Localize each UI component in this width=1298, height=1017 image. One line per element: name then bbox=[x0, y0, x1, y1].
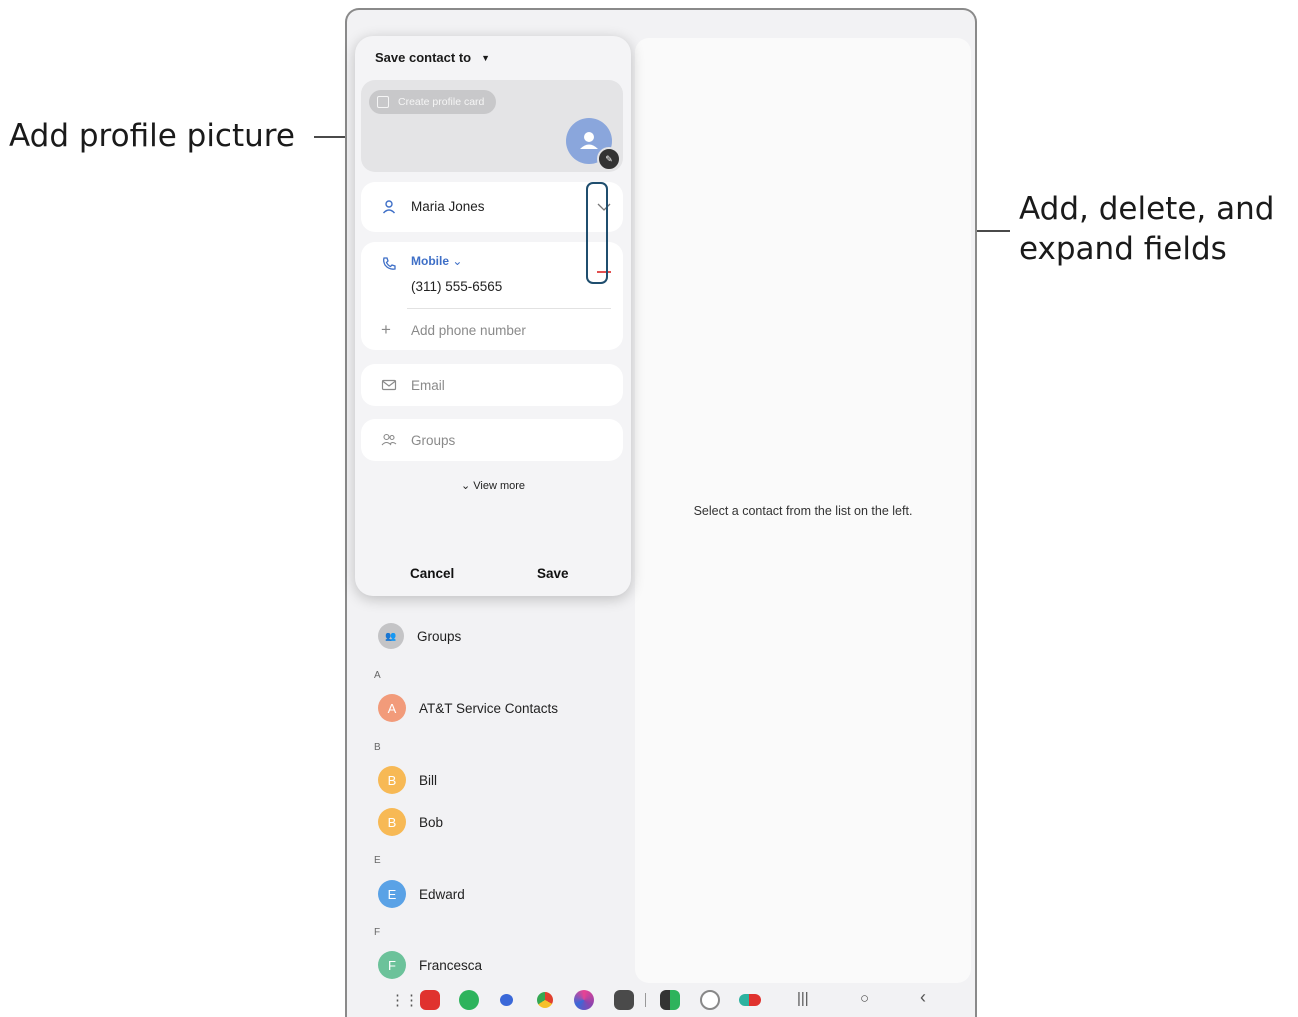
save-contact-to-dropdown[interactable]: Save contact to ▼ bbox=[375, 50, 490, 65]
list-item-contact[interactable]: E Edward bbox=[378, 879, 465, 909]
chrome-app-icon[interactable] bbox=[537, 992, 553, 1008]
section-header-a: A bbox=[374, 670, 381, 681]
contact-name: Bob bbox=[419, 814, 444, 830]
contact-name: AT&T Service Contacts bbox=[419, 700, 559, 716]
chevron-down-icon: ⌄ bbox=[452, 254, 463, 268]
messages-app-icon[interactable] bbox=[500, 994, 513, 1006]
recents-button[interactable]: ||| bbox=[797, 990, 809, 1007]
home-button[interactable]: ○ bbox=[860, 990, 869, 1007]
phone-icon bbox=[383, 257, 396, 270]
callout-highlight-box bbox=[586, 182, 608, 284]
add-phone-number-button[interactable]: Add phone number bbox=[411, 323, 526, 338]
callout-add-profile-picture: Add profile picture bbox=[9, 118, 295, 154]
section-header-f: F bbox=[374, 927, 381, 938]
bixby-app-icon[interactable] bbox=[574, 990, 594, 1010]
chevron-down-icon: ⌄ bbox=[460, 480, 471, 492]
back-button[interactable]: ‹ bbox=[920, 987, 926, 1008]
phone-app-icon[interactable] bbox=[459, 990, 479, 1010]
list-item-contact[interactable]: B Bob bbox=[378, 807, 443, 837]
groups-field-card[interactable]: Groups bbox=[361, 419, 623, 461]
email-field-card[interactable]: Email bbox=[361, 364, 623, 406]
phone-field-card: Mobile ⌄ (311) 555-6565 + Add phone numb… bbox=[361, 242, 623, 350]
view-more-label: View more bbox=[473, 480, 526, 492]
groups-icon: 👥 bbox=[378, 623, 404, 649]
section-header-e: E bbox=[374, 855, 381, 866]
plus-icon: + bbox=[381, 320, 391, 339]
list-item-groups[interactable]: 👥 Groups bbox=[378, 621, 461, 651]
person-outline-icon bbox=[382, 200, 396, 214]
caret-down-icon: ▼ bbox=[481, 52, 491, 63]
list-item-contact[interactable]: F Francesca bbox=[378, 950, 482, 980]
cancel-button[interactable]: Cancel bbox=[410, 566, 454, 581]
phone-type-dropdown[interactable]: Mobile ⌄ bbox=[411, 254, 462, 268]
people-icon bbox=[381, 433, 397, 446]
save-button[interactable]: Save bbox=[537, 566, 569, 581]
contact-name: Francesca bbox=[419, 957, 483, 973]
pencil-edit-icon: ✎ bbox=[597, 147, 621, 171]
camera-app-icon[interactable] bbox=[614, 990, 634, 1010]
callout-fields-line2: expand fields bbox=[1019, 231, 1227, 267]
list-item-contact[interactable]: A AT&T Service Contacts bbox=[378, 693, 558, 723]
contact-name: Edward bbox=[419, 886, 465, 902]
phone-number-field[interactable]: (311) 555-6565 bbox=[411, 279, 502, 294]
view-more-button[interactable]: ⌄ View more bbox=[355, 479, 631, 492]
list-item-contact[interactable]: B Bill bbox=[378, 765, 437, 795]
red-app-icon[interactable] bbox=[420, 990, 440, 1010]
mixed-app-icon[interactable] bbox=[739, 994, 761, 1006]
name-field-card: Maria Jones bbox=[361, 182, 623, 232]
empty-detail-message: Select a contact from the list on the le… bbox=[693, 504, 913, 518]
name-field[interactable]: Maria Jones bbox=[411, 199, 485, 214]
contact-avatar: A bbox=[378, 694, 406, 722]
email-field[interactable]: Email bbox=[411, 378, 445, 393]
dock-divider bbox=[645, 993, 646, 1007]
create-profile-card-button[interactable]: Create profile card bbox=[369, 90, 497, 114]
groups-field[interactable]: Groups bbox=[411, 433, 455, 448]
contact-avatar: B bbox=[378, 808, 406, 836]
contact-avatar: E bbox=[378, 880, 406, 908]
contact-avatar: F bbox=[378, 951, 406, 979]
section-header-b: B bbox=[374, 742, 381, 753]
verizon-app-icon[interactable] bbox=[700, 990, 720, 1010]
envelope-icon bbox=[381, 379, 397, 391]
save-contact-dialog: Save contact to ▼ Create profile card ✎ … bbox=[355, 36, 631, 596]
callout-fields-line1: Add, delete, and bbox=[1019, 191, 1275, 227]
profile-card-icon bbox=[377, 96, 389, 108]
contact-name: Bill bbox=[419, 772, 438, 788]
profile-section: Create profile card ✎ bbox=[361, 80, 623, 172]
dual-app-icon[interactable] bbox=[660, 990, 680, 1010]
callout-fields: Add, delete, and expand fields bbox=[1019, 189, 1274, 269]
contact-avatar: B bbox=[378, 766, 406, 794]
create-profile-card-label: Create profile card bbox=[398, 96, 485, 108]
list-item-label: Groups bbox=[417, 628, 462, 644]
dialog-title: Save contact to bbox=[375, 50, 472, 65]
divider bbox=[407, 308, 611, 309]
phone-type-label: Mobile bbox=[411, 254, 449, 268]
